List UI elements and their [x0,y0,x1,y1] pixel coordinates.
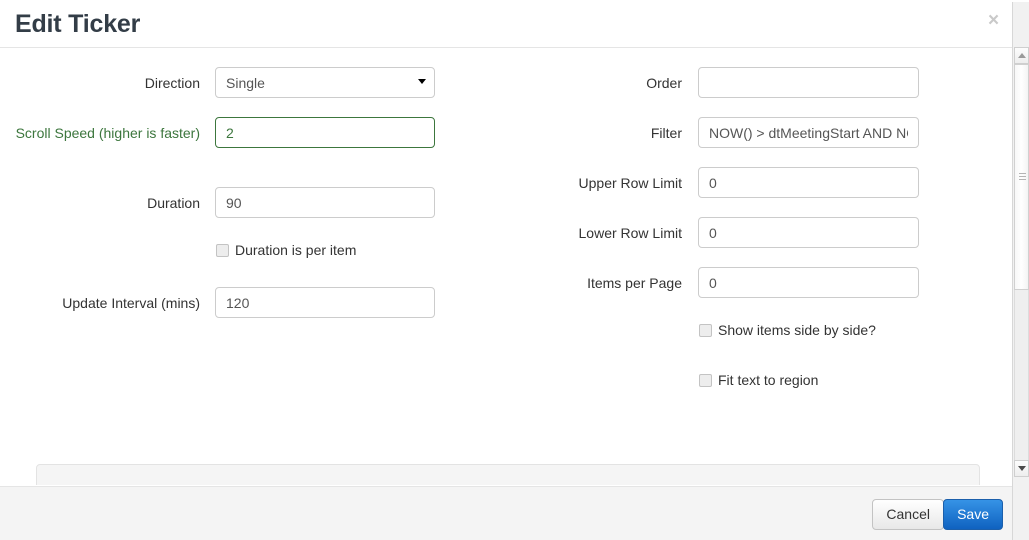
filter-field [698,117,919,148]
edit-ticker-modal: Edit Ticker × Direction Single Scroll Sp… [0,0,1029,540]
scrollbar-thumb[interactable] [1014,64,1029,290]
scroll-speed-label: Scroll Speed (higher is faster) [15,124,200,142]
items-per-page-field [698,267,919,298]
scrollbar-grip-icon [1019,173,1026,180]
upper-row-limit-field [698,167,919,198]
direction-select[interactable]: Single [215,67,435,98]
update-interval-label: Update Interval (mins) [15,294,200,312]
upper-row-limit-label: Upper Row Limit [500,174,682,192]
lower-row-limit-input[interactable] [698,217,919,248]
order-field [698,67,919,98]
filter-input[interactable] [698,117,919,148]
side-by-side-label: Show items side by side? [718,321,876,340]
fit-text-label: Fit text to region [718,371,818,390]
available-substitutions-panel: Available Substitutions dtMeetingStart d… [36,464,980,485]
upper-row-limit-input[interactable] [698,167,919,198]
form-column-right: Order Filter Upper Row Limit Lower Row L… [500,49,1000,485]
update-interval-field [215,287,435,318]
close-icon[interactable]: × [982,10,1002,30]
form-column-left: Direction Single Scroll Speed (higher is… [0,49,500,485]
duration-input[interactable] [215,187,435,218]
scroll-down-arrow-icon [1018,466,1026,471]
vertical-scrollbar[interactable] [1012,0,1029,540]
scroll-speed-field [215,117,435,148]
modal-body: Direction Single Scroll Speed (higher is… [0,49,1016,485]
items-per-page-input[interactable] [698,267,919,298]
items-per-page-label: Items per Page [500,274,682,292]
lower-row-limit-label: Lower Row Limit [500,224,682,242]
scroll-up-arrow-icon [1018,53,1026,58]
page-title: Edit Ticker [15,10,140,38]
update-interval-input[interactable] [215,287,435,318]
modal-footer: Cancel Save [0,486,1016,540]
modal-header: Edit Ticker × [0,0,1016,48]
order-label: Order [500,74,682,92]
side-by-side-checkbox[interactable] [699,324,712,337]
direction-field: Single [215,67,435,98]
scroll-speed-input[interactable] [215,117,435,148]
filter-label: Filter [500,124,682,142]
duration-per-item-label: Duration is per item [235,241,356,260]
window-top-edge [0,0,1029,2]
fit-text-checkbox[interactable] [699,374,712,387]
scroll-up-button[interactable] [1014,47,1029,64]
lower-row-limit-field [698,217,919,248]
duration-field [215,187,435,218]
cancel-button[interactable]: Cancel [872,499,944,530]
duration-per-item-checkbox[interactable] [216,244,229,257]
direction-label: Direction [15,74,200,92]
save-button[interactable]: Save [943,499,1003,530]
scroll-down-button[interactable] [1014,460,1029,477]
duration-label: Duration [15,194,200,212]
order-input[interactable] [698,67,919,98]
